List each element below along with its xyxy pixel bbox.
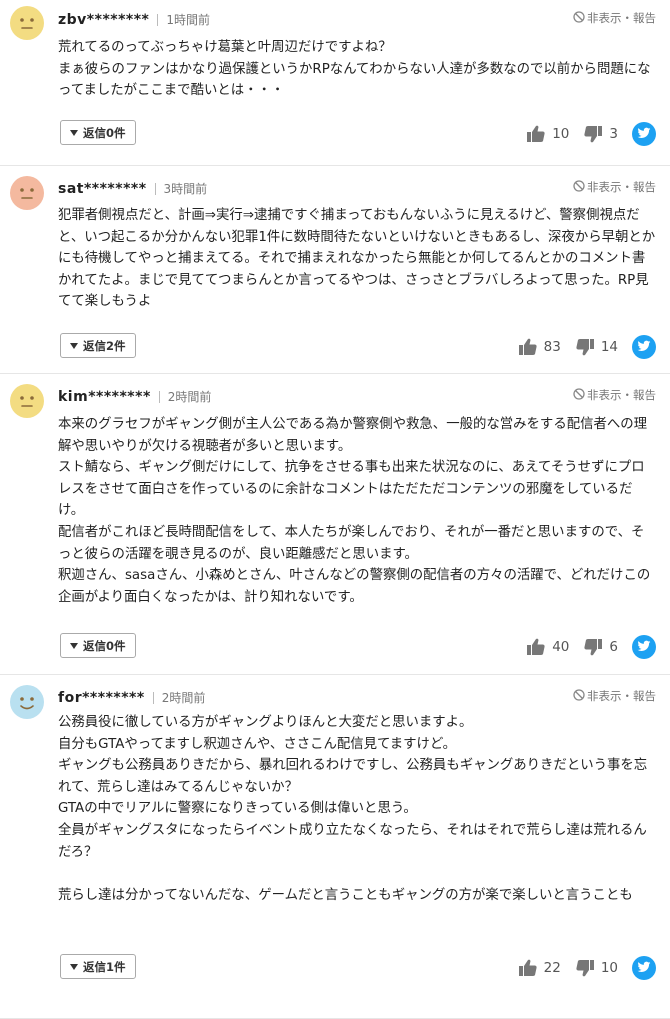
- comment-username[interactable]: sat********: [58, 181, 147, 197]
- reply-toggle-button[interactable]: 返信0件: [60, 120, 136, 145]
- comment-timestamp: 2時間前: [161, 691, 206, 705]
- comment-item: sat******** 3時間前 非表示・報告犯罪者側視点だと、計画⇒実行⇒逮捕です…: [0, 166, 670, 374]
- like-count: 10: [552, 126, 570, 142]
- thumbs-down-icon: [583, 637, 603, 657]
- twitter-share-button[interactable]: [632, 122, 656, 146]
- hide-report-link[interactable]: 非表示・報告: [573, 688, 656, 704]
- comment-body: 公務員役に徹している方がギャングよりほんと大変だと思いますよ。 自分もGTAやっ…: [58, 715, 648, 903]
- avatar: [10, 685, 44, 719]
- thumbs-up-icon: [526, 124, 546, 144]
- ban-icon: [573, 387, 585, 403]
- avatar: [10, 176, 44, 210]
- caret-down-icon: [70, 129, 78, 136]
- dislike-button[interactable]: 10: [575, 958, 618, 978]
- comment-username[interactable]: zbv********: [58, 12, 149, 28]
- caret-down-icon: [70, 642, 78, 649]
- comment-item: kim******** 2時間前 非表示・報告本来のグラセフがギャング側が主人公であ…: [0, 374, 670, 675]
- reply-toggle-button[interactable]: 返信2件: [60, 333, 136, 358]
- dislike-button[interactable]: 3: [583, 124, 618, 144]
- ban-icon: [573, 688, 585, 704]
- twitter-icon: [637, 338, 651, 357]
- comment-body: 犯罪者側視点だと、計画⇒実行⇒逮捕ですぐ捕まっておもんないふうに見えるけど、警察…: [58, 208, 656, 310]
- divider: [157, 13, 159, 26]
- caret-down-icon: [70, 342, 78, 349]
- like-count: 40: [552, 639, 570, 655]
- divider: [152, 691, 154, 704]
- hide-report-link[interactable]: 非表示・報告: [573, 179, 656, 195]
- comment-username[interactable]: kim********: [58, 389, 151, 405]
- comment-item: for******** 2時間前 非表示・報告公務員役に徹している方がギャングよりほ…: [0, 675, 670, 1019]
- hide-report-link[interactable]: 非表示・報告: [573, 10, 656, 26]
- like-count: 83: [543, 339, 561, 355]
- thumbs-up-icon: [518, 958, 538, 978]
- divider: [158, 390, 160, 403]
- avatar: [10, 6, 44, 40]
- comment-username[interactable]: for********: [58, 690, 145, 706]
- dislike-count: 6: [609, 639, 618, 655]
- comment-body: 本来のグラセフがギャング側が主人公である為か警察側や救急、一般的な営みをする配信…: [58, 417, 651, 605]
- ban-icon: [573, 10, 585, 26]
- like-button[interactable]: 10: [526, 124, 569, 144]
- reply-toggle-button[interactable]: 返信1件: [60, 954, 136, 979]
- comment-timestamp: 1時間前: [166, 13, 211, 27]
- reply-count-label: 返信1件: [83, 959, 126, 974]
- twitter-icon: [637, 638, 651, 657]
- dislike-button[interactable]: 6: [583, 637, 618, 657]
- reply-count-label: 返信2件: [83, 338, 126, 353]
- twitter-share-button[interactable]: [632, 956, 656, 980]
- comment-body: 荒れてるのってぶっちゃけ葛葉と叶周辺だけですよね？ まぁ彼らのファンはかなり過保…: [58, 40, 651, 99]
- twitter-icon: [637, 959, 651, 978]
- caret-down-icon: [70, 963, 78, 970]
- thumbs-up-icon: [518, 337, 538, 357]
- avatar: [10, 384, 44, 418]
- like-button[interactable]: 22: [518, 958, 561, 978]
- thumbs-down-icon: [583, 124, 603, 144]
- thumbs-down-icon: [575, 958, 595, 978]
- report-label: 非表示・報告: [587, 11, 656, 25]
- reply-count-label: 返信0件: [83, 125, 126, 140]
- report-label: 非表示・報告: [587, 689, 656, 703]
- twitter-icon: [637, 125, 651, 144]
- thumbs-up-icon: [526, 637, 546, 657]
- dislike-button[interactable]: 14: [575, 337, 618, 357]
- ban-icon: [573, 179, 585, 195]
- dislike-count: 10: [600, 960, 618, 976]
- divider: [154, 182, 156, 195]
- reply-count-label: 返信0件: [83, 638, 126, 653]
- report-label: 非表示・報告: [587, 180, 656, 194]
- like-button[interactable]: 40: [526, 637, 569, 657]
- like-count: 22: [543, 960, 561, 976]
- twitter-share-button[interactable]: [632, 335, 656, 359]
- comment-timestamp: 2時間前: [167, 390, 212, 404]
- reply-toggle-button[interactable]: 返信0件: [60, 633, 136, 658]
- dislike-count: 14: [600, 339, 618, 355]
- comment-item: zbv******** 1時間前 非表示・報告荒れてるのってぶっちゃけ葛葉と叶周辺だ…: [0, 0, 670, 166]
- like-button[interactable]: 83: [518, 337, 561, 357]
- dislike-count: 3: [609, 126, 618, 142]
- report-label: 非表示・報告: [587, 388, 656, 402]
- comment-timestamp: 3時間前: [163, 182, 208, 196]
- hide-report-link[interactable]: 非表示・報告: [573, 387, 656, 403]
- twitter-share-button[interactable]: [632, 635, 656, 659]
- thumbs-down-icon: [575, 337, 595, 357]
